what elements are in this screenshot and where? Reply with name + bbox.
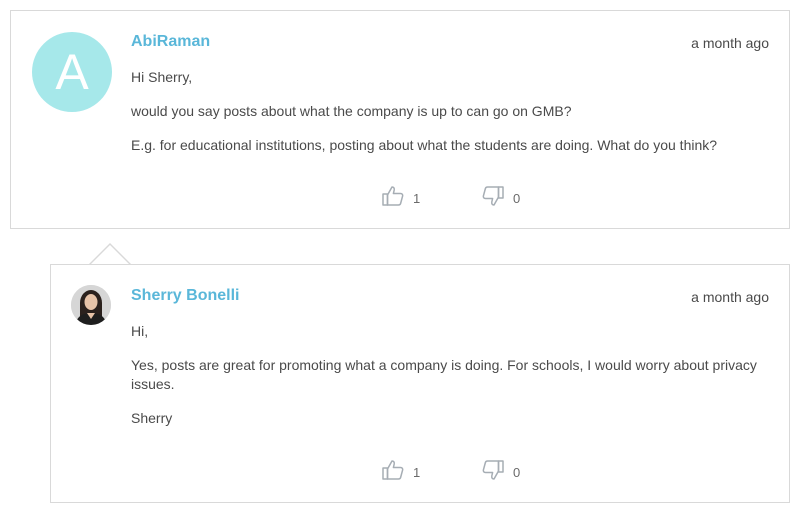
avatar[interactable]: A xyxy=(32,32,112,112)
comment-body: Hi, Yes, posts are great for promoting w… xyxy=(131,322,759,443)
dislike-button[interactable]: 0 xyxy=(481,458,520,487)
like-count: 1 xyxy=(413,191,421,206)
thumbs-down-icon xyxy=(481,458,505,487)
like-button[interactable]: 1 xyxy=(381,184,420,213)
dislike-count: 0 xyxy=(513,465,521,480)
comment-author-link[interactable]: Sherry Bonelli xyxy=(131,287,239,305)
comment-paragraph: E.g. for educational institutions, posti… xyxy=(131,137,718,153)
comment-body: Hi Sherry, would you say posts about wha… xyxy=(131,68,749,170)
comment-timestamp: a month ago xyxy=(691,35,769,51)
avatar-letter: A xyxy=(55,44,89,100)
avatar[interactable] xyxy=(71,285,111,325)
thumbs-down-icon xyxy=(481,184,505,213)
comment-paragraph: Yes, posts are great for promoting what … xyxy=(131,357,757,392)
comment-paragraph: Sherry xyxy=(131,410,173,426)
like-count: 1 xyxy=(413,465,421,480)
like-button[interactable]: 1 xyxy=(381,458,420,487)
thumbs-up-icon xyxy=(381,184,405,213)
dislike-button[interactable]: 0 xyxy=(481,184,520,213)
comment-paragraph: would you say posts about what the compa… xyxy=(131,103,572,119)
comment-author-link[interactable]: AbiRaman xyxy=(131,33,210,51)
comment-card: A AbiRaman a month ago Hi Sherry, would … xyxy=(10,10,790,229)
comment-timestamp: a month ago xyxy=(691,289,769,305)
comment-paragraph: Hi Sherry, xyxy=(131,69,193,85)
thumbs-up-icon xyxy=(381,458,405,487)
dislike-count: 0 xyxy=(513,191,521,206)
reply-comment-card: Sherry Bonelli a month ago Hi, Yes, post… xyxy=(50,264,790,503)
comment-paragraph: Hi, xyxy=(131,323,149,339)
